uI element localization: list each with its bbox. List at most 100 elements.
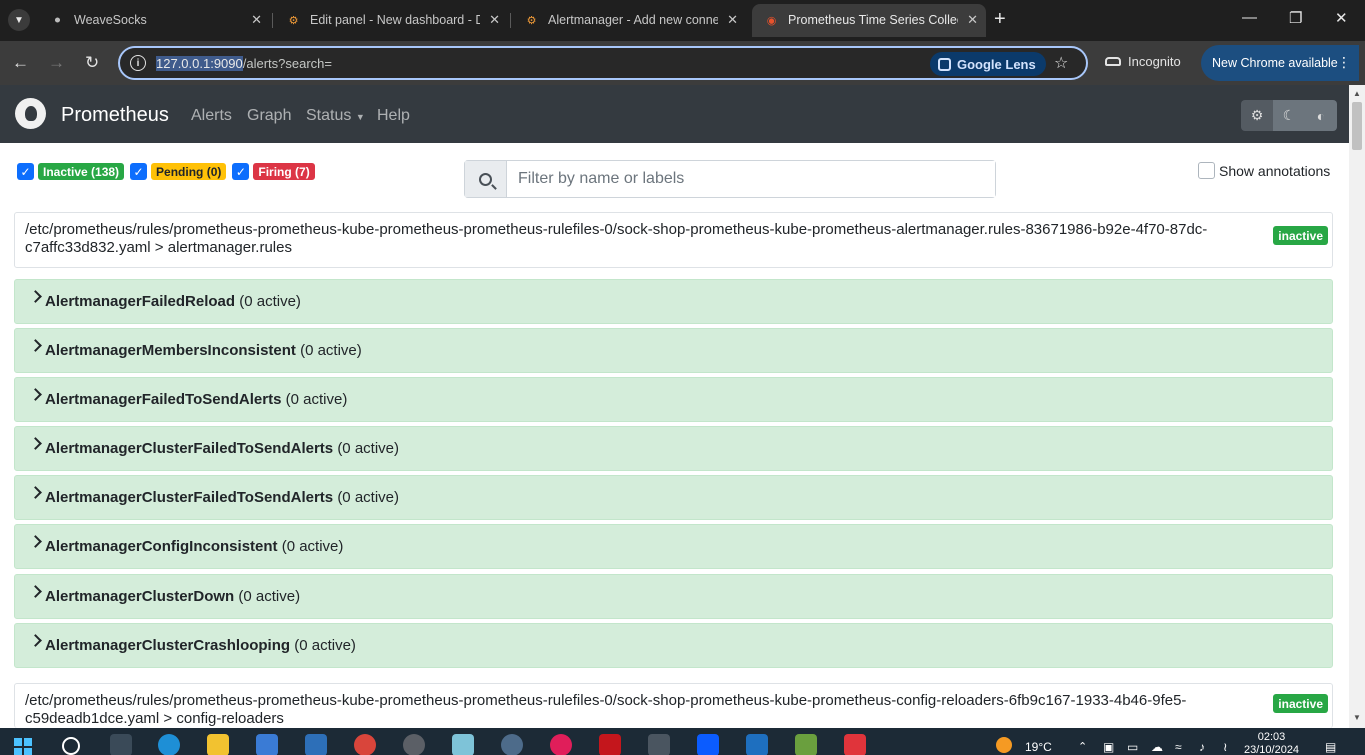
battery-icon[interactable]: ▭ — [1127, 740, 1138, 754]
minimize-icon[interactable]: — — [1242, 9, 1257, 26]
site-info-icon[interactable]: i — [130, 55, 146, 71]
tab-title: Edit panel - New dashboard - D — [310, 13, 480, 27]
browser-tab-prometheus[interactable]: ◉ Prometheus Time Series Collect ✕ — [752, 4, 986, 37]
alert-rule-row[interactable]: AlertmanagerFailedReload (0 active) — [14, 279, 1333, 324]
store-icon[interactable] — [256, 734, 278, 755]
browser-tab-weavesocks[interactable]: ⚫ WeaveSocks ✕ — [38, 4, 270, 37]
nav-alerts[interactable]: Alerts — [191, 107, 232, 125]
close-tab-icon[interactable]: ✕ — [489, 12, 500, 28]
notifications-icon[interactable]: ▤ — [1325, 740, 1336, 754]
lens-icon — [938, 57, 951, 71]
close-window-icon[interactable]: ✕ — [1335, 9, 1348, 27]
search-input[interactable] — [507, 161, 995, 197]
browser-tab-strip: ▼ ⚫ WeaveSocks ✕ ⚙ Edit panel - New dash… — [0, 0, 1365, 41]
alert-rule-row[interactable]: AlertmanagerFailedToSendAlerts (0 active… — [14, 377, 1333, 422]
vscode-icon[interactable] — [746, 734, 768, 755]
inactive-checkbox[interactable]: ✓ — [17, 163, 34, 180]
close-tab-icon[interactable]: ✕ — [251, 12, 262, 28]
chrome-icon[interactable] — [354, 734, 376, 755]
acrobat-icon[interactable] — [599, 734, 621, 755]
incognito-icon — [1105, 57, 1121, 66]
slack-icon[interactable] — [550, 734, 572, 755]
bookmark-star-icon[interactable]: ☆ — [1054, 53, 1068, 73]
pending-badge: Pending (0) — [151, 163, 227, 180]
alert-rule-row[interactable]: AlertmanagerClusterDown (0 active) — [14, 574, 1333, 619]
page-scrollbar[interactable]: ▲ ▼ — [1349, 85, 1365, 728]
alert-rule-count: (0 active) — [337, 440, 399, 457]
clock[interactable]: 02:03 23/10/2024 — [1244, 731, 1299, 755]
browser-tab-alertmanager[interactable]: ⚙ Alertmanager - Add new conne ✕ — [512, 4, 746, 37]
gear-icon[interactable]: ⚙ — [1241, 100, 1273, 131]
prometheus-logo-icon[interactable] — [15, 98, 46, 129]
scroll-up-icon[interactable]: ▲ — [1353, 89, 1361, 98]
chrome-update-button[interactable]: New Chrome available ⋮ — [1201, 45, 1359, 81]
weather-icon[interactable] — [996, 737, 1012, 753]
calculator-icon[interactable] — [648, 734, 670, 755]
show-annotations-checkbox[interactable] — [1198, 162, 1215, 179]
app-red-icon[interactable] — [844, 734, 866, 755]
taskbar-search-icon[interactable] — [62, 737, 80, 755]
alert-rule-count: (0 active) — [238, 588, 301, 605]
alert-rule-row[interactable]: AlertmanagerClusterCrashlooping (0 activ… — [14, 623, 1333, 668]
app-icon[interactable] — [501, 734, 523, 755]
nav-status[interactable]: Status ▼ — [306, 107, 365, 125]
group-state-badge: inactive — [1273, 226, 1328, 245]
alert-rule-row[interactable]: AlertmanagerMembersInconsistent (0 activ… — [14, 328, 1333, 373]
nav-help[interactable]: Help — [377, 107, 410, 125]
close-tab-icon[interactable]: ✕ — [967, 12, 978, 28]
reload-icon[interactable]: ↻ — [85, 53, 99, 73]
browser-tab-edit-panel[interactable]: ⚙ Edit panel - New dashboard - D ✕ — [274, 4, 508, 37]
alert-rule-name: AlertmanagerFailedToSendAlerts — [45, 391, 282, 408]
alert-rule-name: AlertmanagerConfigInconsistent — [45, 538, 278, 555]
more-menu-icon[interactable]: ⋮ — [1337, 54, 1351, 71]
back-icon[interactable]: ← — [12, 53, 29, 73]
forward-icon[interactable]: → — [48, 53, 65, 73]
notes-icon[interactable] — [452, 734, 474, 755]
restore-icon[interactable]: ❐ — [1289, 9, 1302, 27]
chevron-up-icon[interactable]: ⌃ — [1078, 740, 1087, 753]
pending-checkbox[interactable]: ✓ — [130, 163, 148, 180]
task-view-icon[interactable] — [110, 734, 132, 755]
network-icon[interactable]: ≈ — [1175, 740, 1182, 754]
alert-rule-name: AlertmanagerClusterDown — [45, 588, 235, 605]
show-annotations-label: Show annotations — [1219, 162, 1331, 179]
mail-icon[interactable] — [305, 734, 327, 755]
state-filters: ✓ Inactive (138) ✓ Pending (0) ✓ Firing … — [17, 163, 317, 180]
tab-search-button[interactable]: ▼ — [8, 9, 30, 31]
show-annotations[interactable]: Show annotations — [1198, 162, 1330, 179]
scroll-down-icon[interactable]: ▼ — [1353, 713, 1361, 722]
contrast-icon[interactable]: ◐ — [1305, 100, 1337, 131]
zoom-icon[interactable] — [697, 734, 719, 755]
temperature[interactable]: 19°C — [1025, 740, 1052, 754]
wifi-icon[interactable]: ≀ — [1223, 740, 1228, 754]
git-icon[interactable] — [795, 734, 817, 755]
word-app-icon[interactable] — [403, 734, 425, 755]
chevron-right-icon — [29, 486, 42, 499]
close-tab-icon[interactable]: ✕ — [727, 12, 738, 28]
tray-device-icon[interactable]: ▣ — [1103, 740, 1114, 754]
cloud-icon[interactable]: ☁ — [1151, 740, 1163, 754]
url-text[interactable]: 127.0.0.1:9090/alerts?search= — [156, 56, 332, 71]
new-tab-button[interactable]: + — [994, 8, 1006, 31]
nav-graph[interactable]: Graph — [247, 107, 291, 125]
alert-rule-text: AlertmanagerClusterFailedToSendAlerts (0… — [45, 489, 399, 506]
alert-rule-row[interactable]: AlertmanagerClusterFailedToSendAlerts (0… — [14, 475, 1333, 520]
file-explorer-icon[interactable] — [207, 734, 229, 755]
alert-search — [464, 160, 996, 198]
google-lens-button[interactable]: Google Lens — [930, 52, 1046, 76]
edge-icon[interactable] — [158, 734, 180, 755]
scroll-thumb[interactable] — [1352, 102, 1362, 150]
brand-title[interactable]: Prometheus — [61, 104, 169, 127]
alert-rule-text: AlertmanagerConfigInconsistent (0 active… — [45, 538, 343, 555]
alert-rule-row[interactable]: AlertmanagerClusterFailedToSendAlerts (0… — [14, 426, 1333, 471]
incognito-label: Incognito — [1128, 54, 1181, 69]
alert-rule-name: AlertmanagerFailedReload — [45, 293, 236, 310]
moon-icon[interactable]: ☾ — [1273, 100, 1305, 131]
volume-icon[interactable]: ♪ — [1199, 740, 1205, 754]
incognito-indicator[interactable]: Incognito — [1105, 54, 1181, 69]
address-bar[interactable]: i 127.0.0.1:9090/alerts?search= Google L… — [118, 46, 1088, 80]
alert-rule-row[interactable]: AlertmanagerConfigInconsistent (0 active… — [14, 524, 1333, 569]
firing-checkbox[interactable]: ✓ — [232, 163, 250, 180]
alert-rule-count: (0 active) — [239, 293, 301, 310]
windows-start-icon[interactable] — [14, 738, 32, 755]
